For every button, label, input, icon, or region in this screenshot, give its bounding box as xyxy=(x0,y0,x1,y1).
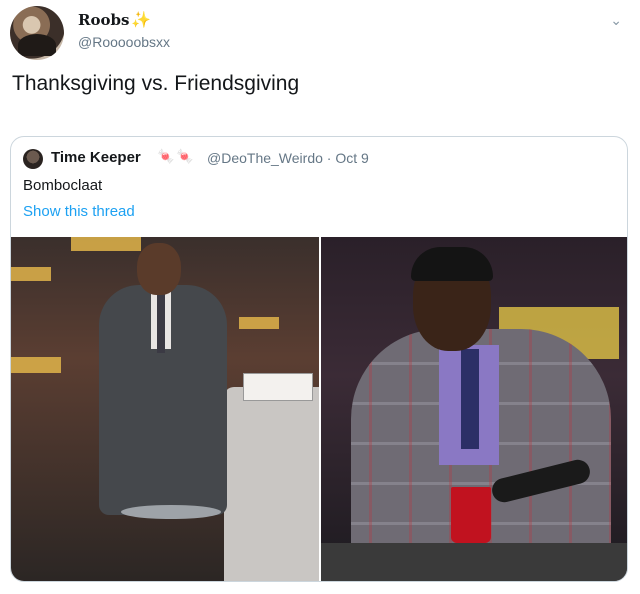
quoted-avatar[interactable] xyxy=(23,149,43,169)
show-thread-link[interactable]: Show this thread xyxy=(23,203,135,220)
man-head xyxy=(137,243,181,295)
stool xyxy=(121,505,221,519)
media-grid xyxy=(11,237,627,581)
studio-light xyxy=(71,237,141,251)
user-handle[interactable]: @Rooooobsxx xyxy=(78,34,170,50)
studio-light xyxy=(239,317,279,329)
candy-icon: 🍬🍬 xyxy=(157,148,196,164)
photo-left[interactable] xyxy=(11,237,319,581)
avatar[interactable] xyxy=(10,6,64,60)
chevron-down-icon[interactable]: ⌄ xyxy=(610,12,622,29)
bandana xyxy=(411,247,493,281)
papers xyxy=(243,373,313,401)
quoted-tweet-text: Bomboclaat xyxy=(23,177,103,194)
display-name-text: Roobs xyxy=(78,11,130,29)
table xyxy=(321,543,627,581)
tie xyxy=(461,349,479,449)
studio-light xyxy=(11,357,61,373)
quoted-tweet-card[interactable]: Time Keeper 🍬🍬 @DeoThe_Weirdo · Oct 9 Bo… xyxy=(10,136,628,582)
display-name[interactable]: Roobs ✨ xyxy=(78,10,151,29)
sparkle-icon: ✨ xyxy=(131,10,152,29)
red-cup xyxy=(451,487,491,543)
quoted-display-name[interactable]: Time Keeper xyxy=(51,149,141,166)
studio-light xyxy=(11,267,51,281)
tie xyxy=(157,293,165,353)
quoted-handle-date: @DeoThe_Weirdo · Oct 9 xyxy=(207,150,369,166)
tweet-text: Thanksgiving vs. Friendsgiving xyxy=(12,72,300,95)
photo-right[interactable] xyxy=(321,237,627,581)
desk xyxy=(224,387,319,581)
